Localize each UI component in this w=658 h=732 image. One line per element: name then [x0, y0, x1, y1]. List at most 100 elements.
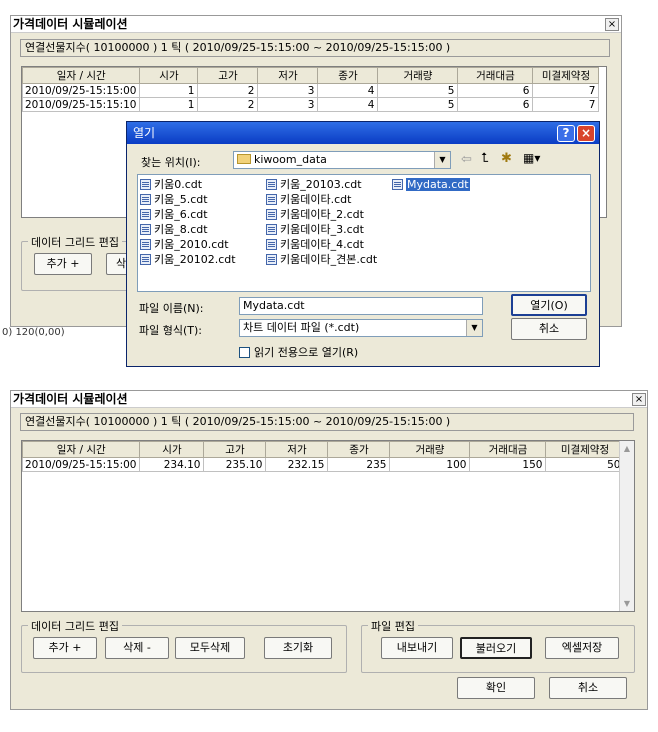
cell[interactable]: 2: [197, 83, 259, 98]
chevron-down-icon[interactable]: ▼: [434, 152, 450, 168]
delete-all-button[interactable]: 모두삭제: [175, 637, 245, 659]
list-item[interactable]: 키움데이타_4.cdt: [266, 237, 364, 252]
filetype-value: 차트 데이터 파일 (*.cdt): [243, 321, 360, 334]
list-item[interactable]: 키움데이타_2.cdt: [266, 207, 364, 222]
col-high[interactable]: 고가: [197, 67, 259, 84]
chevron-down-icon[interactable]: ▼: [466, 320, 482, 336]
cell[interactable]: 1: [139, 97, 199, 112]
export-button[interactable]: 내보내기: [381, 637, 453, 659]
close-icon[interactable]: ×: [577, 125, 595, 142]
checkbox-icon[interactable]: [239, 347, 250, 358]
cell[interactable]: 6: [457, 83, 534, 98]
lookin-label: 찾는 위치(I):: [141, 156, 201, 169]
filetype-select[interactable]: 차트 데이터 파일 (*.cdt) ▼: [239, 319, 483, 337]
col-low[interactable]: 저가: [265, 441, 329, 458]
table-row[interactable]: 2010/09/25-15:15:00 1 2 3 4 5 6 7: [21, 83, 600, 98]
list-item[interactable]: 키움_5.cdt: [140, 192, 208, 207]
col-high[interactable]: 고가: [203, 441, 267, 458]
table-row[interactable]: 2010/09/25-15:15:10 1 2 3 4 5 6 7: [21, 97, 600, 112]
cell[interactable]: 4: [317, 97, 379, 112]
view-menu-icon[interactable]: ▦▾: [523, 151, 540, 165]
list-item[interactable]: 키움_8.cdt: [140, 222, 208, 237]
file-list[interactable]: 키움0.cdt 키움_5.cdt 키움_6.cdt 키움_8.cdt 키움_20…: [137, 174, 591, 292]
col-open[interactable]: 시가: [139, 67, 199, 84]
cell[interactable]: 7: [532, 97, 600, 112]
cancel-button[interactable]: 취소: [549, 677, 627, 699]
cell[interactable]: 2010/09/25-15:15:00: [21, 83, 141, 98]
top-add-button[interactable]: 추가 +: [34, 253, 92, 275]
bottom-close-icon[interactable]: ×: [632, 393, 646, 406]
bottom-data-grid[interactable]: 일자 / 시간 시가 고가 저가 종가 거래량 거래대금 미결제약정 2010/…: [21, 440, 635, 612]
top-close-icon[interactable]: ×: [605, 18, 619, 31]
dialog-cancel-button[interactable]: 취소: [511, 318, 587, 340]
cell[interactable]: 2010/09/25-15:15:10: [21, 97, 141, 112]
filetype-label: 파일 형식(T):: [139, 324, 202, 337]
cell[interactable]: 4: [317, 83, 379, 98]
cell[interactable]: 2010/09/25-15:15:00: [21, 457, 141, 472]
list-item[interactable]: 키움_6.cdt: [140, 207, 208, 222]
cell[interactable]: 234.10: [139, 457, 205, 472]
col-amount[interactable]: 거래대금: [469, 441, 547, 458]
col-close[interactable]: 종가: [317, 67, 379, 84]
file-icon: [140, 209, 151, 220]
cell[interactable]: 150: [469, 457, 547, 472]
list-item[interactable]: 키움_2010.cdt: [140, 237, 229, 252]
table-row[interactable]: 2010/09/25-15:15:00 234.10 235.10 232.15…: [21, 457, 625, 472]
file-icon: [266, 209, 277, 220]
cell[interactable]: 2: [197, 97, 259, 112]
cell[interactable]: 3: [257, 97, 319, 112]
list-item[interactable]: 키움0.cdt: [140, 177, 202, 192]
cell[interactable]: 50: [545, 457, 625, 472]
col-low[interactable]: 저가: [257, 67, 319, 84]
open-dialog-title: 열기: [127, 122, 599, 144]
col-volume[interactable]: 거래량: [389, 441, 471, 458]
grid-scrollbar[interactable]: ▲ ▼: [619, 441, 634, 611]
add-button[interactable]: 추가 +: [33, 637, 97, 659]
file-icon: [266, 224, 277, 235]
reset-button[interactable]: 초기화: [264, 637, 332, 659]
up-folder-icon[interactable]: ⮤: [481, 151, 489, 166]
scroll-up-icon[interactable]: ▲: [620, 441, 634, 456]
col-datetime[interactable]: 일자 / 시간: [21, 441, 141, 458]
list-item[interactable]: 키움_20103.cdt: [266, 177, 362, 192]
list-item[interactable]: 키움데이타.cdt: [266, 192, 351, 207]
cell[interactable]: 1: [139, 83, 199, 98]
readonly-checkbox[interactable]: 읽기 전용으로 열기(R): [239, 344, 358, 360]
cell[interactable]: 7: [532, 83, 600, 98]
col-openinterest[interactable]: 미결제약정: [532, 67, 600, 84]
cell[interactable]: 6: [457, 97, 534, 112]
filename-input[interactable]: Mydata.cdt: [239, 297, 483, 315]
delete-button[interactable]: 삭제 -: [105, 637, 169, 659]
cell[interactable]: 100: [389, 457, 471, 472]
list-item[interactable]: 키움데이타_3.cdt: [266, 222, 364, 237]
bottom-window-title: 가격데이터 시뮬레이션: [11, 391, 647, 408]
cell[interactable]: 5: [377, 97, 459, 112]
lookin-dropdown[interactable]: kiwoom_data ▼: [233, 151, 451, 169]
col-datetime[interactable]: 일자 / 시간: [21, 67, 141, 84]
cell[interactable]: 5: [377, 83, 459, 98]
cell[interactable]: 232.15: [265, 457, 329, 472]
col-volume[interactable]: 거래량: [377, 67, 459, 84]
file-icon: [140, 239, 151, 250]
list-item[interactable]: 키움데이타_견본.cdt: [266, 252, 377, 267]
cell[interactable]: 235: [327, 457, 391, 472]
ok-button[interactable]: 확인: [457, 677, 535, 699]
excel-save-button[interactable]: 엑셀저장: [545, 637, 619, 659]
col-amount[interactable]: 거래대금: [457, 67, 534, 84]
bottom-info-bar: 연결선물지수( 10100000 ) 1 틱 ( 2010/09/25-15:1…: [20, 413, 634, 431]
import-button[interactable]: 불러오기: [460, 637, 532, 659]
open-button[interactable]: 열기(O): [511, 294, 587, 316]
help-icon[interactable]: ?: [557, 125, 575, 142]
col-openinterest[interactable]: 미결제약정: [545, 441, 625, 458]
back-icon[interactable]: ⇦: [461, 152, 472, 167]
new-folder-icon[interactable]: ✱: [501, 151, 512, 166]
col-close[interactable]: 종가: [327, 441, 391, 458]
file-icon: [266, 194, 277, 205]
file-edit-label: 파일 편집: [368, 618, 418, 634]
list-item[interactable]: 키움_20102.cdt: [140, 252, 236, 267]
cell[interactable]: 235.10: [203, 457, 267, 472]
list-item-selected[interactable]: Mydata.cdt: [392, 177, 470, 192]
scroll-down-icon[interactable]: ▼: [620, 596, 634, 611]
cell[interactable]: 3: [257, 83, 319, 98]
col-open[interactable]: 시가: [139, 441, 205, 458]
